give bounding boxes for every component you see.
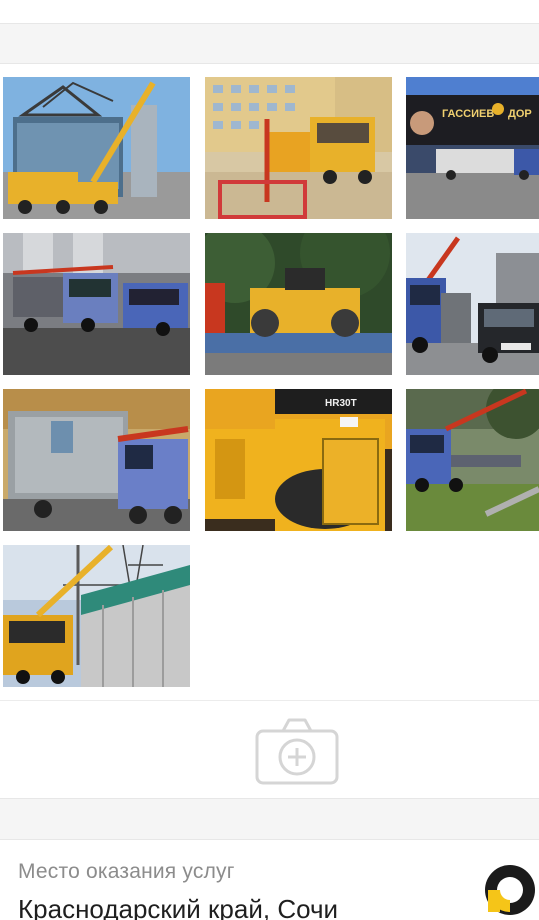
location-value: Краснодарский край, Сочи bbox=[18, 894, 339, 920]
location-label: Место оказания услуг bbox=[18, 860, 235, 883]
roller-model-text: HR30T bbox=[325, 398, 357, 409]
photo-thumb-10[interactable] bbox=[3, 545, 190, 687]
section-divider bbox=[0, 798, 539, 840]
photo-thumb-5[interactable] bbox=[205, 233, 392, 375]
photo-4-image bbox=[3, 233, 190, 375]
photo-1-image bbox=[3, 77, 190, 219]
brand-logo-icon bbox=[485, 865, 535, 915]
photo-thumb-2[interactable] bbox=[205, 77, 392, 219]
add-photo-section bbox=[0, 700, 539, 798]
billboard-text-2: ДОР bbox=[508, 108, 532, 120]
photo-2-image bbox=[205, 77, 392, 219]
photo-9-image bbox=[406, 389, 539, 531]
photo-thumb-3[interactable]: ГАССИЕВ ДОР bbox=[406, 77, 539, 219]
photo-gallery: ГАССИЕВ ДОР HR30T bbox=[0, 64, 539, 700]
photo-thumb-9[interactable] bbox=[406, 389, 539, 531]
photo-thumb-4[interactable] bbox=[3, 233, 190, 375]
section-divider bbox=[0, 24, 539, 64]
photo-8-image: HR30T bbox=[205, 389, 392, 531]
service-location[interactable]: Место оказания услуг Краснодарский край,… bbox=[0, 840, 539, 920]
photo-6-image bbox=[406, 233, 539, 375]
photo-thumb-7[interactable] bbox=[3, 389, 190, 531]
photo-thumb-8[interactable]: HR30T bbox=[205, 389, 392, 531]
camera-plus-icon bbox=[255, 718, 339, 785]
previous-section-strip bbox=[0, 0, 539, 24]
photo-5-image bbox=[205, 233, 392, 375]
photo-7-image bbox=[3, 389, 190, 531]
photo-thumb-6[interactable] bbox=[406, 233, 539, 375]
photo-10-image bbox=[3, 545, 190, 687]
billboard-text-1: ГАССИЕВ bbox=[442, 108, 494, 120]
photo-thumb-1[interactable] bbox=[3, 77, 190, 219]
photo-3-image: ГАССИЕВ ДОР bbox=[406, 77, 539, 219]
add-photo-button[interactable] bbox=[255, 717, 339, 785]
